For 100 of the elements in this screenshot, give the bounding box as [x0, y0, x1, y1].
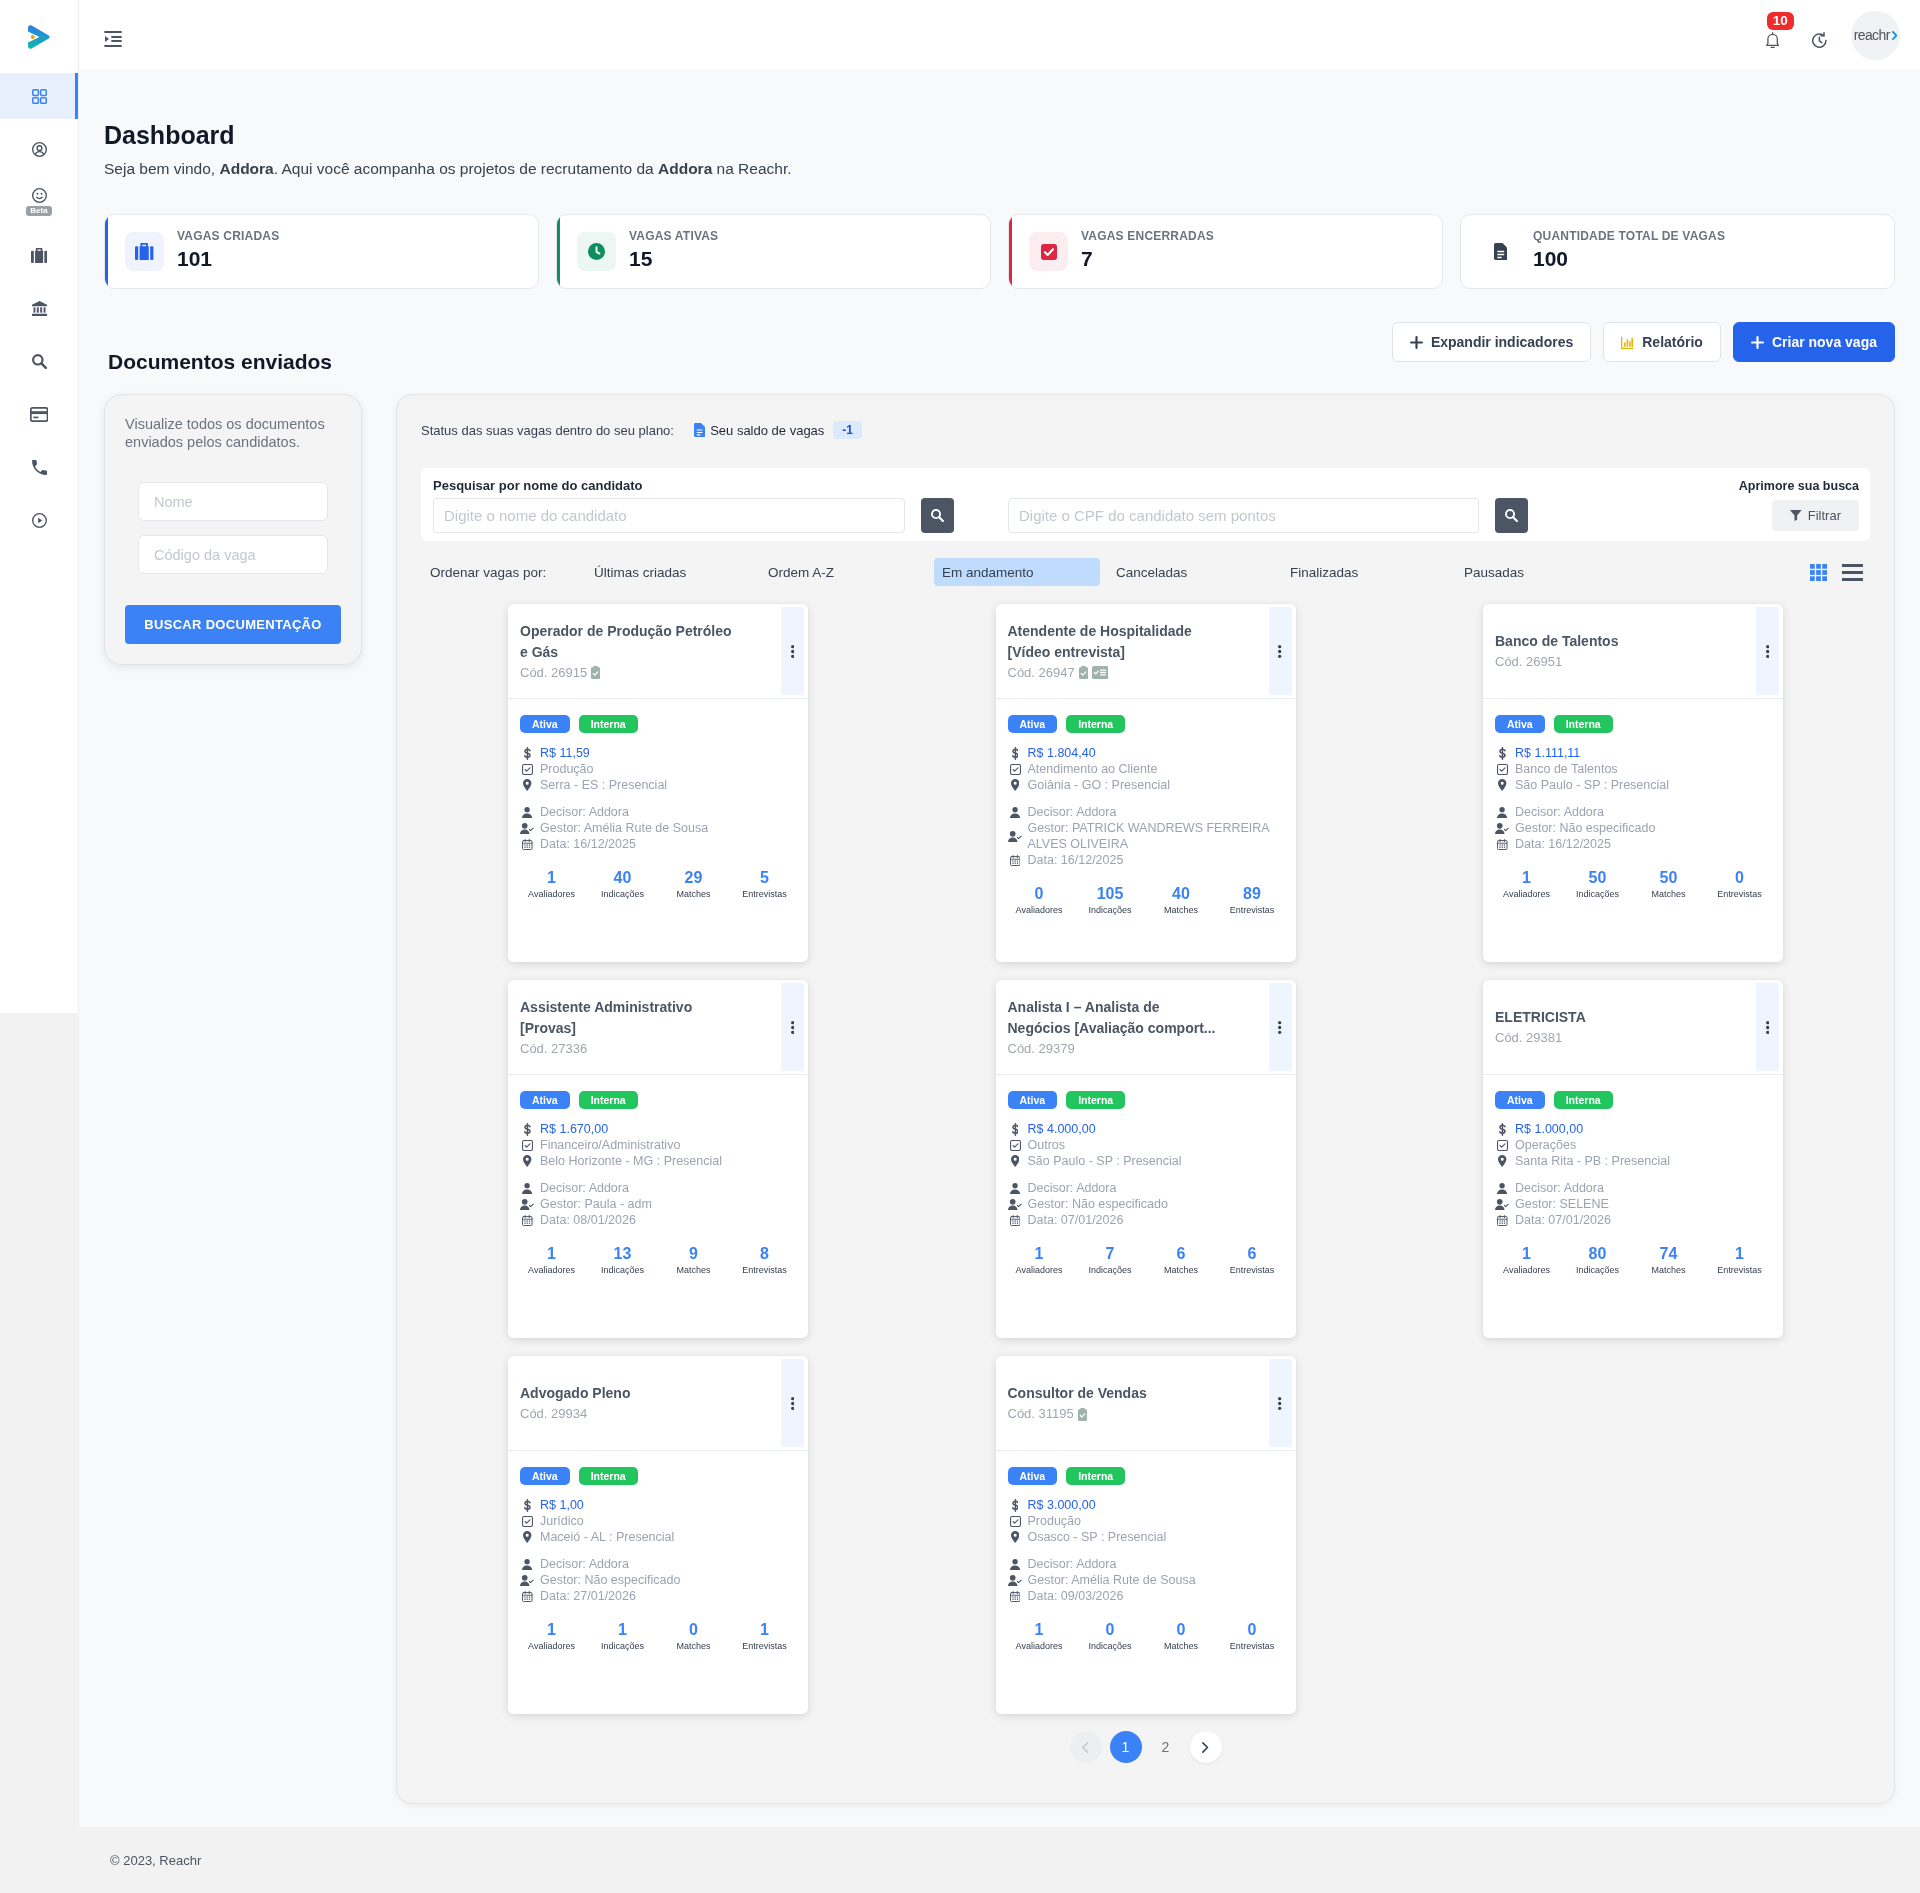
menu-icon[interactable] — [104, 30, 122, 47]
next-page-button[interactable] — [1189, 1731, 1222, 1763]
stat-value: 15 — [629, 245, 653, 271]
stat-caption: Indicações — [1576, 1264, 1619, 1276]
avatar-button[interactable]: reachr — [1851, 10, 1900, 60]
person-check-icon — [1008, 1198, 1022, 1210]
area-text: Operações — [1515, 1137, 1577, 1153]
stat-caption: Matches — [676, 1640, 711, 1652]
action-button[interactable]: Relatório — [1603, 322, 1721, 362]
action-button[interactable]: Expandir indicadores — [1391, 322, 1592, 362]
bank-icon — [31, 300, 47, 316]
stat-number: 13 — [613, 1244, 632, 1264]
date-text: Data: 16/12/2025 — [540, 836, 636, 852]
stat-number: 40 — [613, 868, 632, 888]
salary-text: R$ 3.000,00 — [1027, 1497, 1096, 1513]
cpf-field[interactable]: Digite o CPF do candidato sem pontos — [1008, 498, 1479, 533]
bell-icon[interactable] — [1765, 31, 1780, 48]
checkbox-icon — [522, 1515, 533, 1527]
decision-maker-text: Decisor: Addora — [1515, 1180, 1604, 1196]
name-field[interactable]: Nome — [138, 482, 328, 521]
location-text: Santa Rita - PB : Presencial — [1515, 1153, 1670, 1169]
location-text: São Paulo - SP : Presencial — [1515, 777, 1670, 793]
stat-caption: Avaliadores — [528, 1640, 575, 1652]
more-icon — [1278, 1020, 1282, 1034]
decision-maker-text: Decisor: Addora — [540, 804, 629, 820]
stat-caption: Avaliadores — [1015, 1640, 1063, 1652]
salary-text: R$ 11,59 — [540, 745, 590, 761]
history-icon[interactable] — [1812, 31, 1827, 48]
sort-tab[interactable]: Canceladas — [1108, 558, 1274, 586]
job-title: Consultor de Vendas — [1007, 1384, 1147, 1403]
suitcase-icon — [30, 247, 48, 263]
manager-text: Gestor: Amélia Rute de Sousa — [540, 820, 709, 836]
map-pin-icon — [523, 1531, 532, 1543]
date-text: Data: 08/01/2026 — [540, 1212, 636, 1228]
more-icon — [1278, 644, 1282, 658]
sort-tab[interactable]: Em andamento — [934, 558, 1100, 586]
sort-tab[interactable]: Pausadas — [1456, 558, 1622, 586]
sort-tab[interactable]: Ordem A-Z — [760, 558, 926, 586]
tag: Ativa — [520, 715, 570, 733]
stat-number: 0 — [1735, 868, 1744, 888]
candidate-name-field[interactable]: Digite o nome do candidato — [433, 498, 905, 533]
stat-label: QUANTIDADE TOTAL DE VAGAS — [1533, 228, 1726, 244]
manager-text: Gestor: Não especificado — [1515, 820, 1656, 836]
dollar-icon — [524, 1122, 531, 1136]
page-button[interactable]: 1 — [1109, 1731, 1142, 1763]
calendar-icon — [1497, 838, 1508, 850]
dollar-icon — [524, 1498, 531, 1512]
filter-button[interactable]: Filtrar — [1772, 500, 1859, 531]
decision-maker-text: Decisor: Addora — [1027, 804, 1117, 820]
person-icon — [522, 806, 533, 818]
page-button[interactable]: 2 — [1149, 1731, 1182, 1763]
person-check-icon — [520, 822, 535, 834]
map-pin-icon — [1010, 779, 1020, 791]
calendar-icon — [522, 838, 533, 850]
stat-number: 1 — [1522, 1244, 1531, 1264]
sidebar-item[interactable] — [0, 73, 78, 119]
sort-tab[interactable]: Finalizadas — [1282, 558, 1448, 586]
job-code-field[interactable]: Código da vaga — [138, 535, 328, 574]
manager-text: Gestor: Não especificado — [1027, 1196, 1168, 1212]
action-button[interactable]: Criar nova vaga — [1732, 322, 1895, 362]
job-title: Banco de Talentos — [1495, 632, 1619, 651]
decision-maker-text: Decisor: Addora — [1027, 1180, 1117, 1196]
play-circle-icon — [31, 512, 47, 528]
person-check-icon — [1008, 830, 1022, 842]
tag: Interna — [1066, 1467, 1126, 1485]
location-text: Serra - ES : Presencial — [540, 777, 668, 793]
location-text: Belo Horizonte - MG : Presencial — [540, 1153, 722, 1169]
map-pin-icon — [523, 779, 532, 791]
stat-number: 105 — [1096, 884, 1124, 904]
search-button[interactable] — [921, 498, 954, 533]
sort-tab[interactable]: Últimas criadas — [586, 558, 752, 586]
location-text: Osasco - SP : Presencial — [1027, 1529, 1167, 1545]
stat-number: 9 — [689, 1244, 698, 1264]
stat-number: 1 — [1034, 1620, 1044, 1640]
stat-caption: Entrevistas — [742, 1640, 787, 1652]
search-documents-button[interactable]: BUSCAR DOCUMENTAÇÃO — [125, 605, 341, 644]
tag: Interna — [1066, 1091, 1126, 1109]
stat-caption: Entrevistas — [1717, 1264, 1762, 1276]
more-icon — [1278, 1396, 1282, 1410]
checkbox-icon — [1009, 1139, 1021, 1151]
page-title: Dashboard — [104, 120, 235, 150]
tag: Ativa — [1007, 1091, 1058, 1109]
checkbox-icon — [1497, 763, 1508, 775]
plus-icon — [1409, 335, 1423, 349]
stat-label: VAGAS ENCERRADAS — [1081, 228, 1214, 244]
dollar-icon — [1011, 1122, 1019, 1136]
checkbox-icon — [1009, 1515, 1021, 1527]
location-text: São Paulo - SP : Presencial — [1027, 1153, 1182, 1169]
area-text: Atendimento ao Cliente — [1027, 761, 1158, 777]
person-icon — [1009, 806, 1021, 818]
stat-number: 0 — [1105, 1620, 1115, 1640]
calendar-icon — [522, 1214, 533, 1226]
list-view-icon[interactable] — [1842, 563, 1863, 581]
map-pin-icon — [1010, 1155, 1020, 1167]
grid-view-icon[interactable] — [1810, 563, 1828, 581]
status-text: Status das suas vagas dentro do seu plano: — [421, 422, 674, 438]
calendar-icon — [1009, 1214, 1021, 1226]
search-button[interactable] — [1495, 498, 1528, 533]
chevron-right-icon — [1202, 1741, 1209, 1753]
area-text: Banco de Talentos — [1515, 761, 1618, 777]
